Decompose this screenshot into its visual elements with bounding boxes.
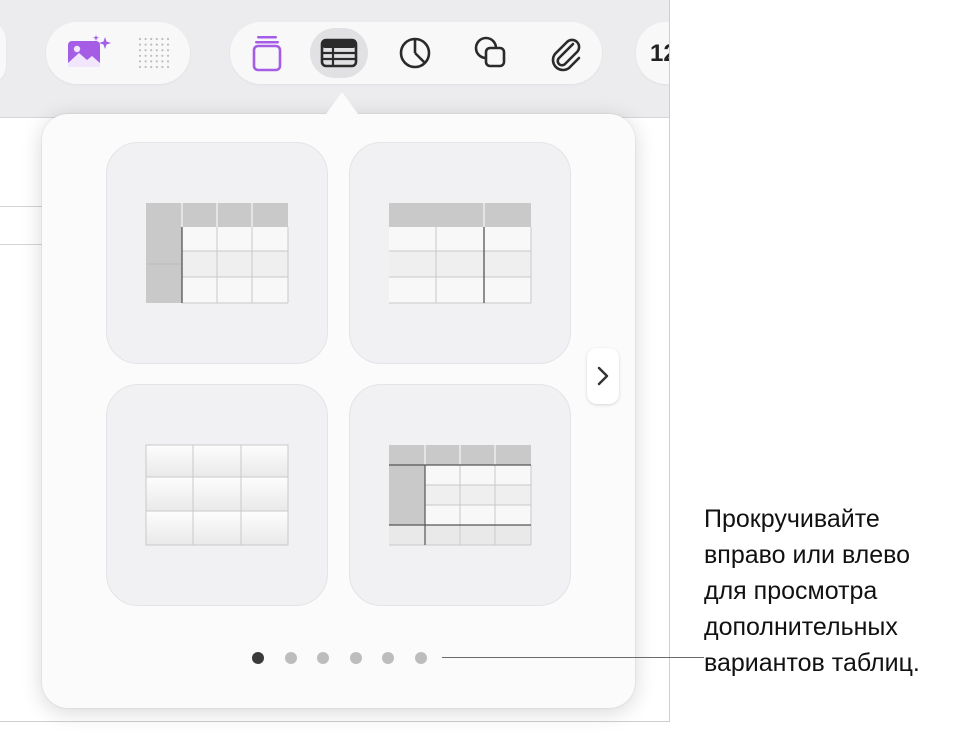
callout-line-5: вариантов таблиц.	[704, 649, 920, 677]
table-style-4[interactable]	[349, 384, 571, 606]
toolbar-pill-left-partial	[0, 22, 6, 84]
toolbar-pill-media	[46, 22, 190, 84]
table-style-1[interactable]	[106, 142, 328, 364]
paperclip-icon[interactable]	[542, 30, 588, 76]
callout-line-2: вправо или влево	[704, 541, 911, 569]
page-dot[interactable]	[349, 652, 362, 664]
number-format-label[interactable]: 12	[650, 40, 669, 68]
callout-leader-line	[442, 657, 704, 658]
toolbar-pill-right-partial: 12	[636, 22, 669, 84]
table-style-3[interactable]	[106, 384, 328, 606]
callout-line-3: для просмотра	[704, 577, 878, 605]
chevron-right-icon	[597, 366, 609, 386]
page-dot[interactable]	[284, 652, 297, 664]
page-dot[interactable]	[414, 652, 427, 664]
dot-grid-icon[interactable]	[128, 30, 180, 76]
callout-text: Прокручивайте вправо или влево для просм…	[704, 501, 972, 681]
callout-line-1: Прокручивайте	[704, 505, 880, 533]
callout-line-4: дополнительных	[704, 613, 898, 641]
table-styles-popover	[42, 114, 635, 708]
popover-arrow	[326, 92, 358, 114]
chart-icon[interactable]	[392, 30, 438, 76]
page-dot[interactable]	[382, 652, 394, 664]
photo-sparkle-icon[interactable]	[60, 30, 116, 76]
page-dot[interactable]	[317, 652, 329, 664]
shape-icon[interactable]	[468, 30, 514, 76]
table-icon[interactable]	[310, 28, 368, 78]
table-style-2[interactable]	[349, 142, 571, 364]
toolbar-pill-insert	[230, 22, 602, 84]
page-dot[interactable]	[252, 652, 264, 664]
text-box-icon[interactable]	[244, 30, 290, 76]
next-page-button[interactable]	[587, 348, 619, 404]
